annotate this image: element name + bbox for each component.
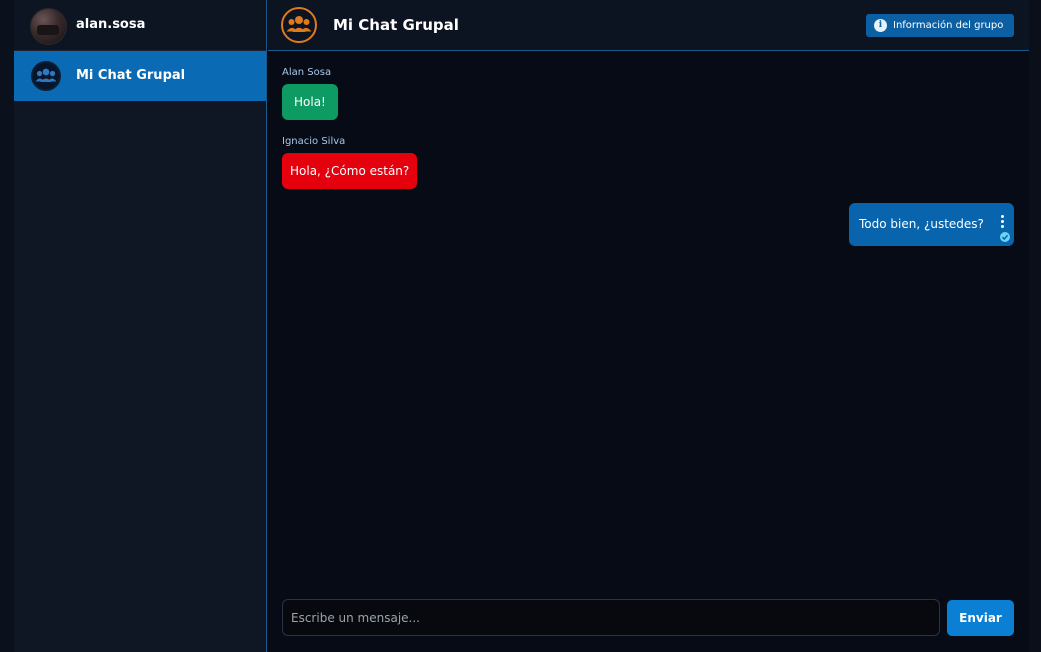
chat-header: Mi Chat Grupal i Información del grupo (268, 0, 1029, 51)
message-bubble[interactable]: Hola, ¿Cómo están? (282, 153, 418, 189)
sidebar-chat-item-mi-chat-grupal[interactable]: Mi Chat Grupal (14, 51, 266, 101)
chat-title: Mi Chat Grupal (333, 16, 459, 34)
send-button[interactable]: Enviar (947, 600, 1014, 636)
chat-app: alan.sosa Mi Chat Grupal Mi Chat Grupal … (0, 0, 1041, 652)
message-options-icon[interactable] (1001, 215, 1005, 229)
user-avatar[interactable] (30, 8, 67, 45)
message-text: Todo bien, ¿ustedes? (859, 217, 984, 231)
read-check-icon (1000, 232, 1010, 242)
current-user[interactable]: alan.sosa (14, 0, 266, 51)
sidebar: alan.sosa Mi Chat Grupal (14, 0, 267, 652)
message-text: Hola, ¿Cómo están? (290, 164, 410, 178)
info-icon: i (874, 19, 887, 32)
message-bubble[interactable]: Hola! (282, 84, 338, 120)
chat-panel: Mi Chat Grupal i Información del grupo A… (268, 0, 1041, 652)
message-sender: Ignacio Silva (282, 136, 346, 147)
avatar-photo-detail (37, 25, 59, 35)
message-sender: Alan Sosa (282, 67, 332, 78)
group-icon (281, 7, 317, 43)
user-name: alan.sosa (76, 17, 146, 32)
own-message-bubble[interactable]: Todo bien, ¿ustedes? (849, 203, 1014, 246)
group-info-label: Información del grupo (893, 20, 1004, 31)
message-input[interactable] (282, 599, 940, 636)
sidebar-chat-label: Mi Chat Grupal (76, 68, 186, 83)
group-info-button[interactable]: i Información del grupo (866, 14, 1014, 37)
left-gutter (0, 0, 14, 652)
message-text: Hola! (294, 95, 326, 109)
right-edge (1029, 0, 1041, 652)
group-icon (31, 61, 61, 91)
